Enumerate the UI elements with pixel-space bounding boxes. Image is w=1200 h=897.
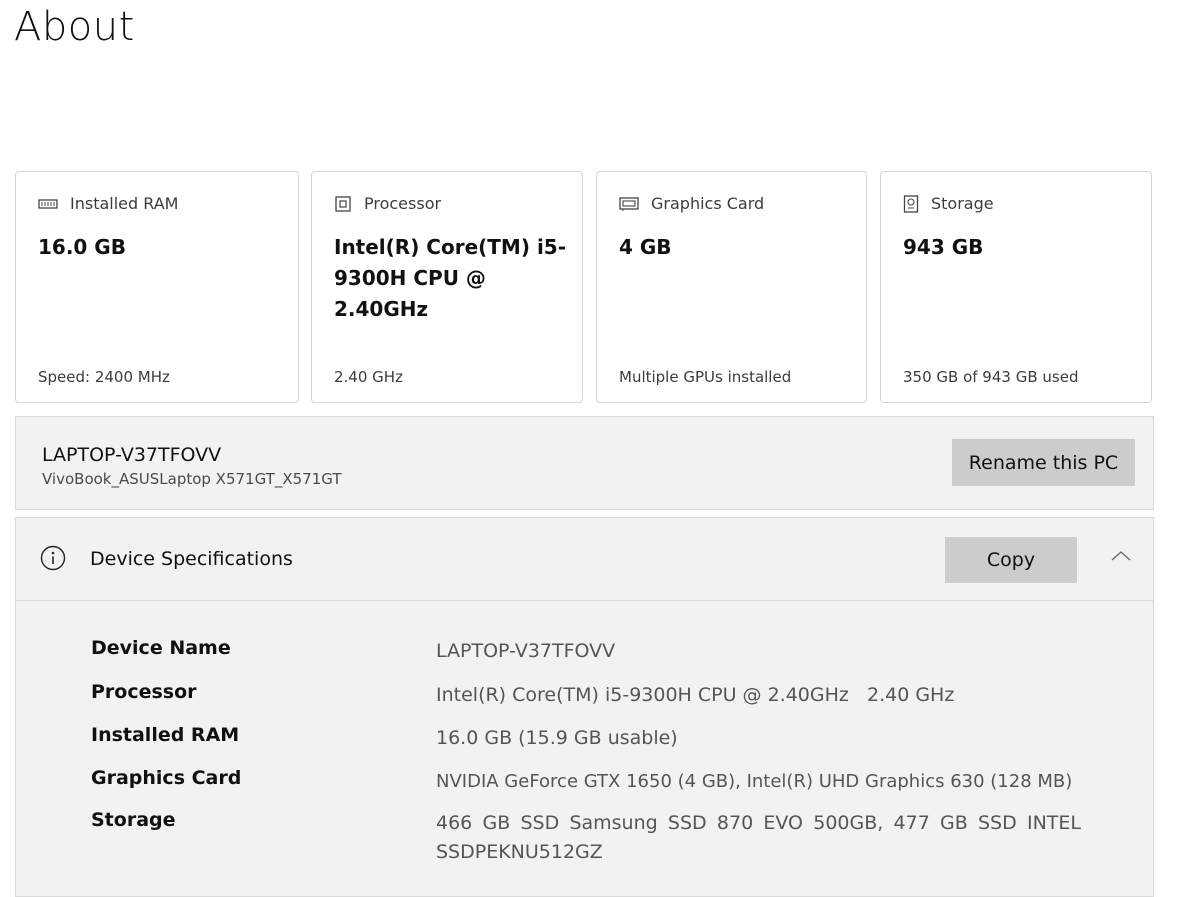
rename-pc-button[interactable]: Rename this PC bbox=[952, 439, 1135, 486]
device-specifications-panel: Device Specifications Copy Device Name L… bbox=[15, 517, 1154, 897]
card-value: 943 GB bbox=[903, 235, 984, 259]
device-specifications-header[interactable]: Device Specifications Copy bbox=[16, 518, 1153, 601]
spec-value: Intel(R) Core(TM) i5-9300H CPU @ 2.40GHz… bbox=[436, 684, 955, 706]
card-subtext: 350 GB of 943 GB used bbox=[903, 368, 1079, 386]
card-installed-ram: Installed RAM 16.0 GB Speed: 2400 MHz bbox=[15, 171, 299, 403]
card-subtext: 2.40 GHz bbox=[334, 368, 403, 386]
processor-icon bbox=[334, 195, 352, 213]
card-subtext: Speed: 2400 MHz bbox=[38, 368, 170, 386]
card-label: Installed RAM bbox=[70, 194, 179, 213]
card-value: Intel(R) Core(TM) i5-9300H CPU @ 2.40GHz bbox=[334, 235, 567, 321]
spec-label: Device Name bbox=[91, 637, 231, 659]
spec-label: Installed RAM bbox=[91, 724, 240, 746]
chevron-up-icon[interactable] bbox=[1110, 548, 1132, 567]
graphics-card-icon bbox=[619, 196, 639, 212]
copy-button[interactable]: Copy bbox=[945, 537, 1077, 583]
card-storage: Storage 943 GB 350 GB of 943 GB used bbox=[880, 171, 1152, 403]
spec-label: Graphics Card bbox=[91, 767, 242, 789]
page-title: About bbox=[14, 4, 135, 50]
spec-value: 466 GB SSD Samsung SSD 870 EVO 500GB, 47… bbox=[436, 812, 1081, 863]
spec-value: 16.0 GB (15.9 GB usable) bbox=[436, 727, 678, 749]
device-specifications-title: Device Specifications bbox=[90, 548, 293, 570]
card-processor: Processor Intel(R) Core(TM) i5-9300H CPU… bbox=[311, 171, 583, 403]
pc-model: VivoBook_ASUSLaptop X571GT_X571GT bbox=[42, 470, 342, 488]
card-value: 16.0 GB bbox=[38, 235, 126, 259]
pc-name-panel: LAPTOP-V37TFOVV VivoBook_ASUSLaptop X571… bbox=[15, 416, 1154, 510]
card-label: Storage bbox=[931, 194, 994, 213]
card-value: 4 GB bbox=[619, 235, 672, 259]
spec-label: Storage bbox=[91, 809, 176, 831]
card-label: Graphics Card bbox=[651, 194, 765, 213]
card-label: Processor bbox=[364, 194, 442, 213]
info-icon bbox=[40, 545, 66, 575]
card-subtext: Multiple GPUs installed bbox=[619, 368, 792, 386]
spec-value: LAPTOP-V37TFOVV bbox=[436, 640, 616, 662]
storage-icon bbox=[903, 194, 919, 213]
pc-name: LAPTOP-V37TFOVV bbox=[42, 444, 222, 466]
card-graphics-card: Graphics Card 4 GB Multiple GPUs install… bbox=[596, 171, 867, 403]
memory-icon bbox=[38, 197, 58, 211]
spec-value: NVIDIA GeForce GTX 1650 (4 GB), Intel(R)… bbox=[436, 771, 1073, 792]
spec-label: Processor bbox=[91, 681, 197, 703]
